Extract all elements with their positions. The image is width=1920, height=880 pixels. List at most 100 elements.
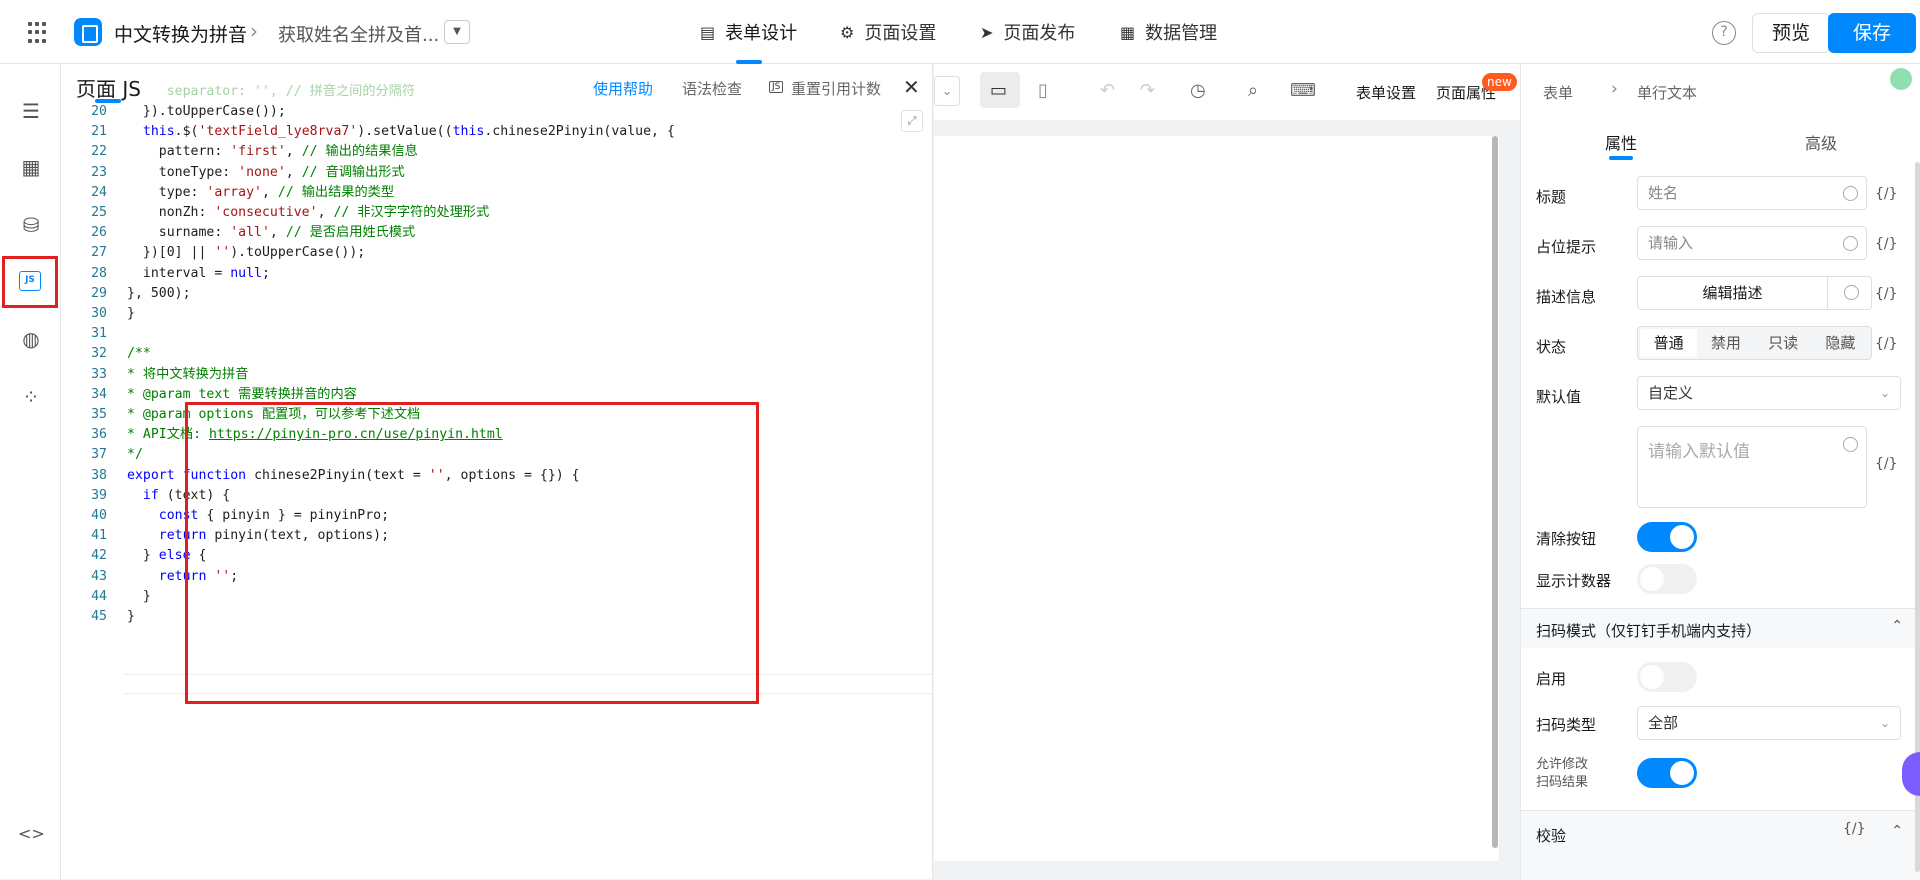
state-option-readonly[interactable]: 只读 <box>1755 329 1812 357</box>
scan-section-header[interactable]: 扫码模式（仅钉钉手机端内支持） ⌃ <box>1521 608 1920 648</box>
desktop-icon[interactable]: ▭ <box>990 80 1007 101</box>
table-icon: ▦ <box>1120 22 1136 42</box>
desc-label: 描述信息 <box>1536 288 1597 306</box>
send-icon: ➤ <box>980 22 994 42</box>
validate-section-title: 校验 <box>1536 827 1567 845</box>
line-number: 43 <box>91 568 107 584</box>
line-number: 26 <box>91 225 107 241</box>
line-number: 33 <box>91 366 107 382</box>
line-content: */ <box>127 447 143 463</box>
line-number: 40 <box>91 508 107 523</box>
tab-label: 数据管理 <box>1145 23 1218 44</box>
preview-button[interactable]: 预览 <box>1752 13 1830 53</box>
scan-type-label: 扫码类型 <box>1536 716 1597 734</box>
crumb-chevron-icon: › <box>1611 79 1618 99</box>
help-icon[interactable]: ? <box>1712 21 1736 45</box>
validate-section-header[interactable]: 校验 {/} ⌃ <box>1521 810 1920 880</box>
line-number: 32 <box>91 346 107 362</box>
form-settings-button[interactable]: 表单设置 <box>1356 82 1416 103</box>
code-line: 26 surname: 'all', // 是否启用姓氏模式 <box>61 223 931 243</box>
edit-desc-label: 编辑描述 <box>1702 284 1763 302</box>
page-dropdown-button[interactable]: ▼ <box>444 20 470 44</box>
search-icon[interactable]: ⌕ <box>1248 80 1258 101</box>
globe-icon[interactable] <box>1843 186 1858 201</box>
allow-edit-toggle[interactable] <box>1637 758 1697 788</box>
fx-button[interactable]: {/} <box>1875 236 1898 252</box>
code-line: 25 nonZh: 'consecutive', // 非汉字字符的处理形式 <box>61 203 931 223</box>
app-name[interactable]: 中文转换为拼音 <box>114 20 247 47</box>
default-value-textarea[interactable]: 请输入默认值 <box>1637 426 1867 508</box>
scan-enable-toggle[interactable] <box>1637 662 1697 692</box>
line-content: }).toUpperCase()); <box>127 104 286 119</box>
state-option-disabled[interactable]: 禁用 <box>1697 329 1754 357</box>
tab-form-design[interactable]: ▤ 表单设计 <box>700 0 797 64</box>
state-option-normal[interactable]: 普通 <box>1640 329 1698 357</box>
globe-icon[interactable]: ◍ <box>18 326 44 352</box>
globe-icon[interactable] <box>1843 236 1858 251</box>
history-icon[interactable]: ◷ <box>1190 80 1206 101</box>
keyboard-icon[interactable]: ⌨ <box>1290 80 1316 101</box>
left-rail: ☰ ▦ ⛁ JS ◍ ⁘ <> <box>0 64 61 879</box>
datasource-icon[interactable]: ⛁ <box>18 212 44 238</box>
rail-js-selected[interactable]: JS <box>2 256 58 308</box>
mobile-icon[interactable]: ▯ <box>1038 80 1048 101</box>
fx-button[interactable]: {/} <box>1875 456 1898 472</box>
tab-page-publish[interactable]: ➤ 页面发布 <box>980 0 1075 64</box>
tab-data-management[interactable]: ▦ 数据管理 <box>1120 0 1217 64</box>
chevron-down-icon: ⌄ <box>1879 716 1890 730</box>
props-crumb-root[interactable]: 表单 <box>1543 82 1573 103</box>
tab-page-settings[interactable]: ⚙ 页面设置 <box>840 0 936 64</box>
code-line: 27 })[0] || '').toUpperCase()); <box>61 243 931 263</box>
fx-button[interactable]: {/} <box>1875 286 1898 302</box>
apps-icon[interactable]: ⁘ <box>18 384 44 410</box>
form-canvas[interactable] <box>934 136 1499 861</box>
line-number: 25 <box>91 205 107 220</box>
undo-icon[interactable]: ↶ <box>1100 80 1115 101</box>
redo-icon[interactable]: ↷ <box>1140 80 1155 101</box>
page-name[interactable]: 获取姓名全拼及首... <box>278 21 439 47</box>
default-mode-select[interactable]: 自定义 ⌄ <box>1637 376 1901 410</box>
gear-icon: ⚙ <box>840 22 855 42</box>
code-line: 28 interval = null; <box>61 264 931 284</box>
title-input[interactable]: 姓名 <box>1637 176 1867 210</box>
apps-grid-icon[interactable] <box>28 22 50 44</box>
line-number: 27 <box>91 245 107 261</box>
line-content: surname: 'all', // 是否启用姓氏模式 <box>127 225 416 241</box>
default-label: 默认值 <box>1536 388 1582 406</box>
tab-properties[interactable]: 属性 <box>1605 130 1637 160</box>
line-number: 31 <box>91 326 107 342</box>
clear-button-toggle[interactable] <box>1637 522 1697 552</box>
scan-type-select[interactable]: 全部 ⌄ <box>1637 706 1901 740</box>
title-label: 标题 <box>1536 188 1567 206</box>
components-icon[interactable]: ▦ <box>18 154 44 180</box>
line-number: 21 <box>91 124 107 140</box>
line-content: this.$('textField_lye8rva7').setValue((t… <box>142 124 675 140</box>
state-option-hidden[interactable]: 隐藏 <box>1812 329 1869 357</box>
line-content: })[0] || '').toUpperCase()); <box>127 245 366 261</box>
line-content: /** <box>127 346 151 362</box>
code-toggle-icon[interactable]: <> <box>18 821 45 847</box>
app-logo <box>74 18 102 46</box>
counter-toggle[interactable] <box>1637 564 1697 594</box>
fx-button[interactable]: {/} <box>1875 186 1898 202</box>
placeholder-input[interactable]: 请输入 <box>1637 226 1867 260</box>
line-number: 20 <box>91 104 107 119</box>
line-number: 38 <box>91 467 107 483</box>
scan-section-title: 扫码模式（仅钉钉手机端内支持） <box>1536 622 1762 640</box>
line-number: 39 <box>91 487 107 503</box>
line-content: } <box>127 588 151 604</box>
code-line: 20 }).toUpperCase()); <box>61 102 931 122</box>
outline-icon[interactable]: ☰ <box>18 98 44 124</box>
save-button[interactable]: 保存 <box>1828 13 1916 53</box>
chevron-down-icon[interactable]: ⌄ <box>934 76 960 106</box>
code-line: 31 <box>61 324 931 344</box>
fx-button[interactable]: {/} <box>1875 336 1898 352</box>
fx-button[interactable]: {/} <box>1843 821 1866 837</box>
canvas-scrollbar[interactable] <box>1492 136 1498 848</box>
tab-advanced[interactable]: 高级 <box>1805 130 1837 154</box>
line-number: 34 <box>91 386 107 402</box>
globe-icon[interactable] <box>1843 437 1858 452</box>
line-number: 42 <box>91 548 107 564</box>
line-content: pattern: 'first', // 输出的结果信息 <box>127 144 418 160</box>
desc-globe-button[interactable] <box>1827 276 1871 310</box>
